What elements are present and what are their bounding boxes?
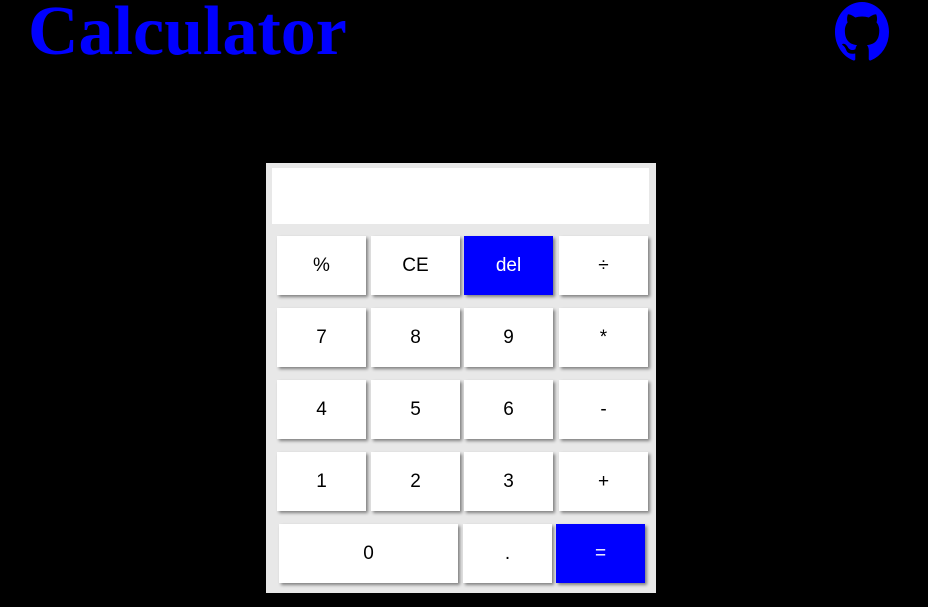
- calculator-display: [272, 168, 649, 224]
- digit-7-button[interactable]: 7: [277, 308, 366, 367]
- add-button[interactable]: +: [559, 452, 648, 511]
- digit-9-button[interactable]: 9: [464, 308, 553, 367]
- digit-5-button[interactable]: 5: [371, 380, 460, 439]
- digit-6-button[interactable]: 6: [464, 380, 553, 439]
- percent-button[interactable]: %: [277, 236, 366, 295]
- github-icon: [835, 2, 889, 61]
- calculator-panel: % CE del ÷ 7 8 9 * 4 5 6 - 1 2 3 + 0 . =: [266, 163, 656, 593]
- equals-button[interactable]: =: [556, 524, 645, 583]
- digit-4-button[interactable]: 4: [277, 380, 366, 439]
- digit-2-button[interactable]: 2: [371, 452, 460, 511]
- page: Calculator % CE del ÷ 7 8 9 * 4 5 6 - 1 …: [0, 0, 928, 607]
- digit-8-button[interactable]: 8: [371, 308, 460, 367]
- divide-button[interactable]: ÷: [559, 236, 648, 295]
- multiply-button[interactable]: *: [559, 308, 648, 367]
- page-title: Calculator: [28, 0, 347, 70]
- digit-3-button[interactable]: 3: [464, 452, 553, 511]
- clear-entry-button[interactable]: CE: [371, 236, 460, 295]
- github-link[interactable]: [835, 2, 889, 62]
- digit-1-button[interactable]: 1: [277, 452, 366, 511]
- decimal-button[interactable]: .: [463, 524, 552, 583]
- subtract-button[interactable]: -: [559, 380, 648, 439]
- delete-button[interactable]: del: [464, 236, 553, 295]
- digit-0-button[interactable]: 0: [279, 524, 458, 583]
